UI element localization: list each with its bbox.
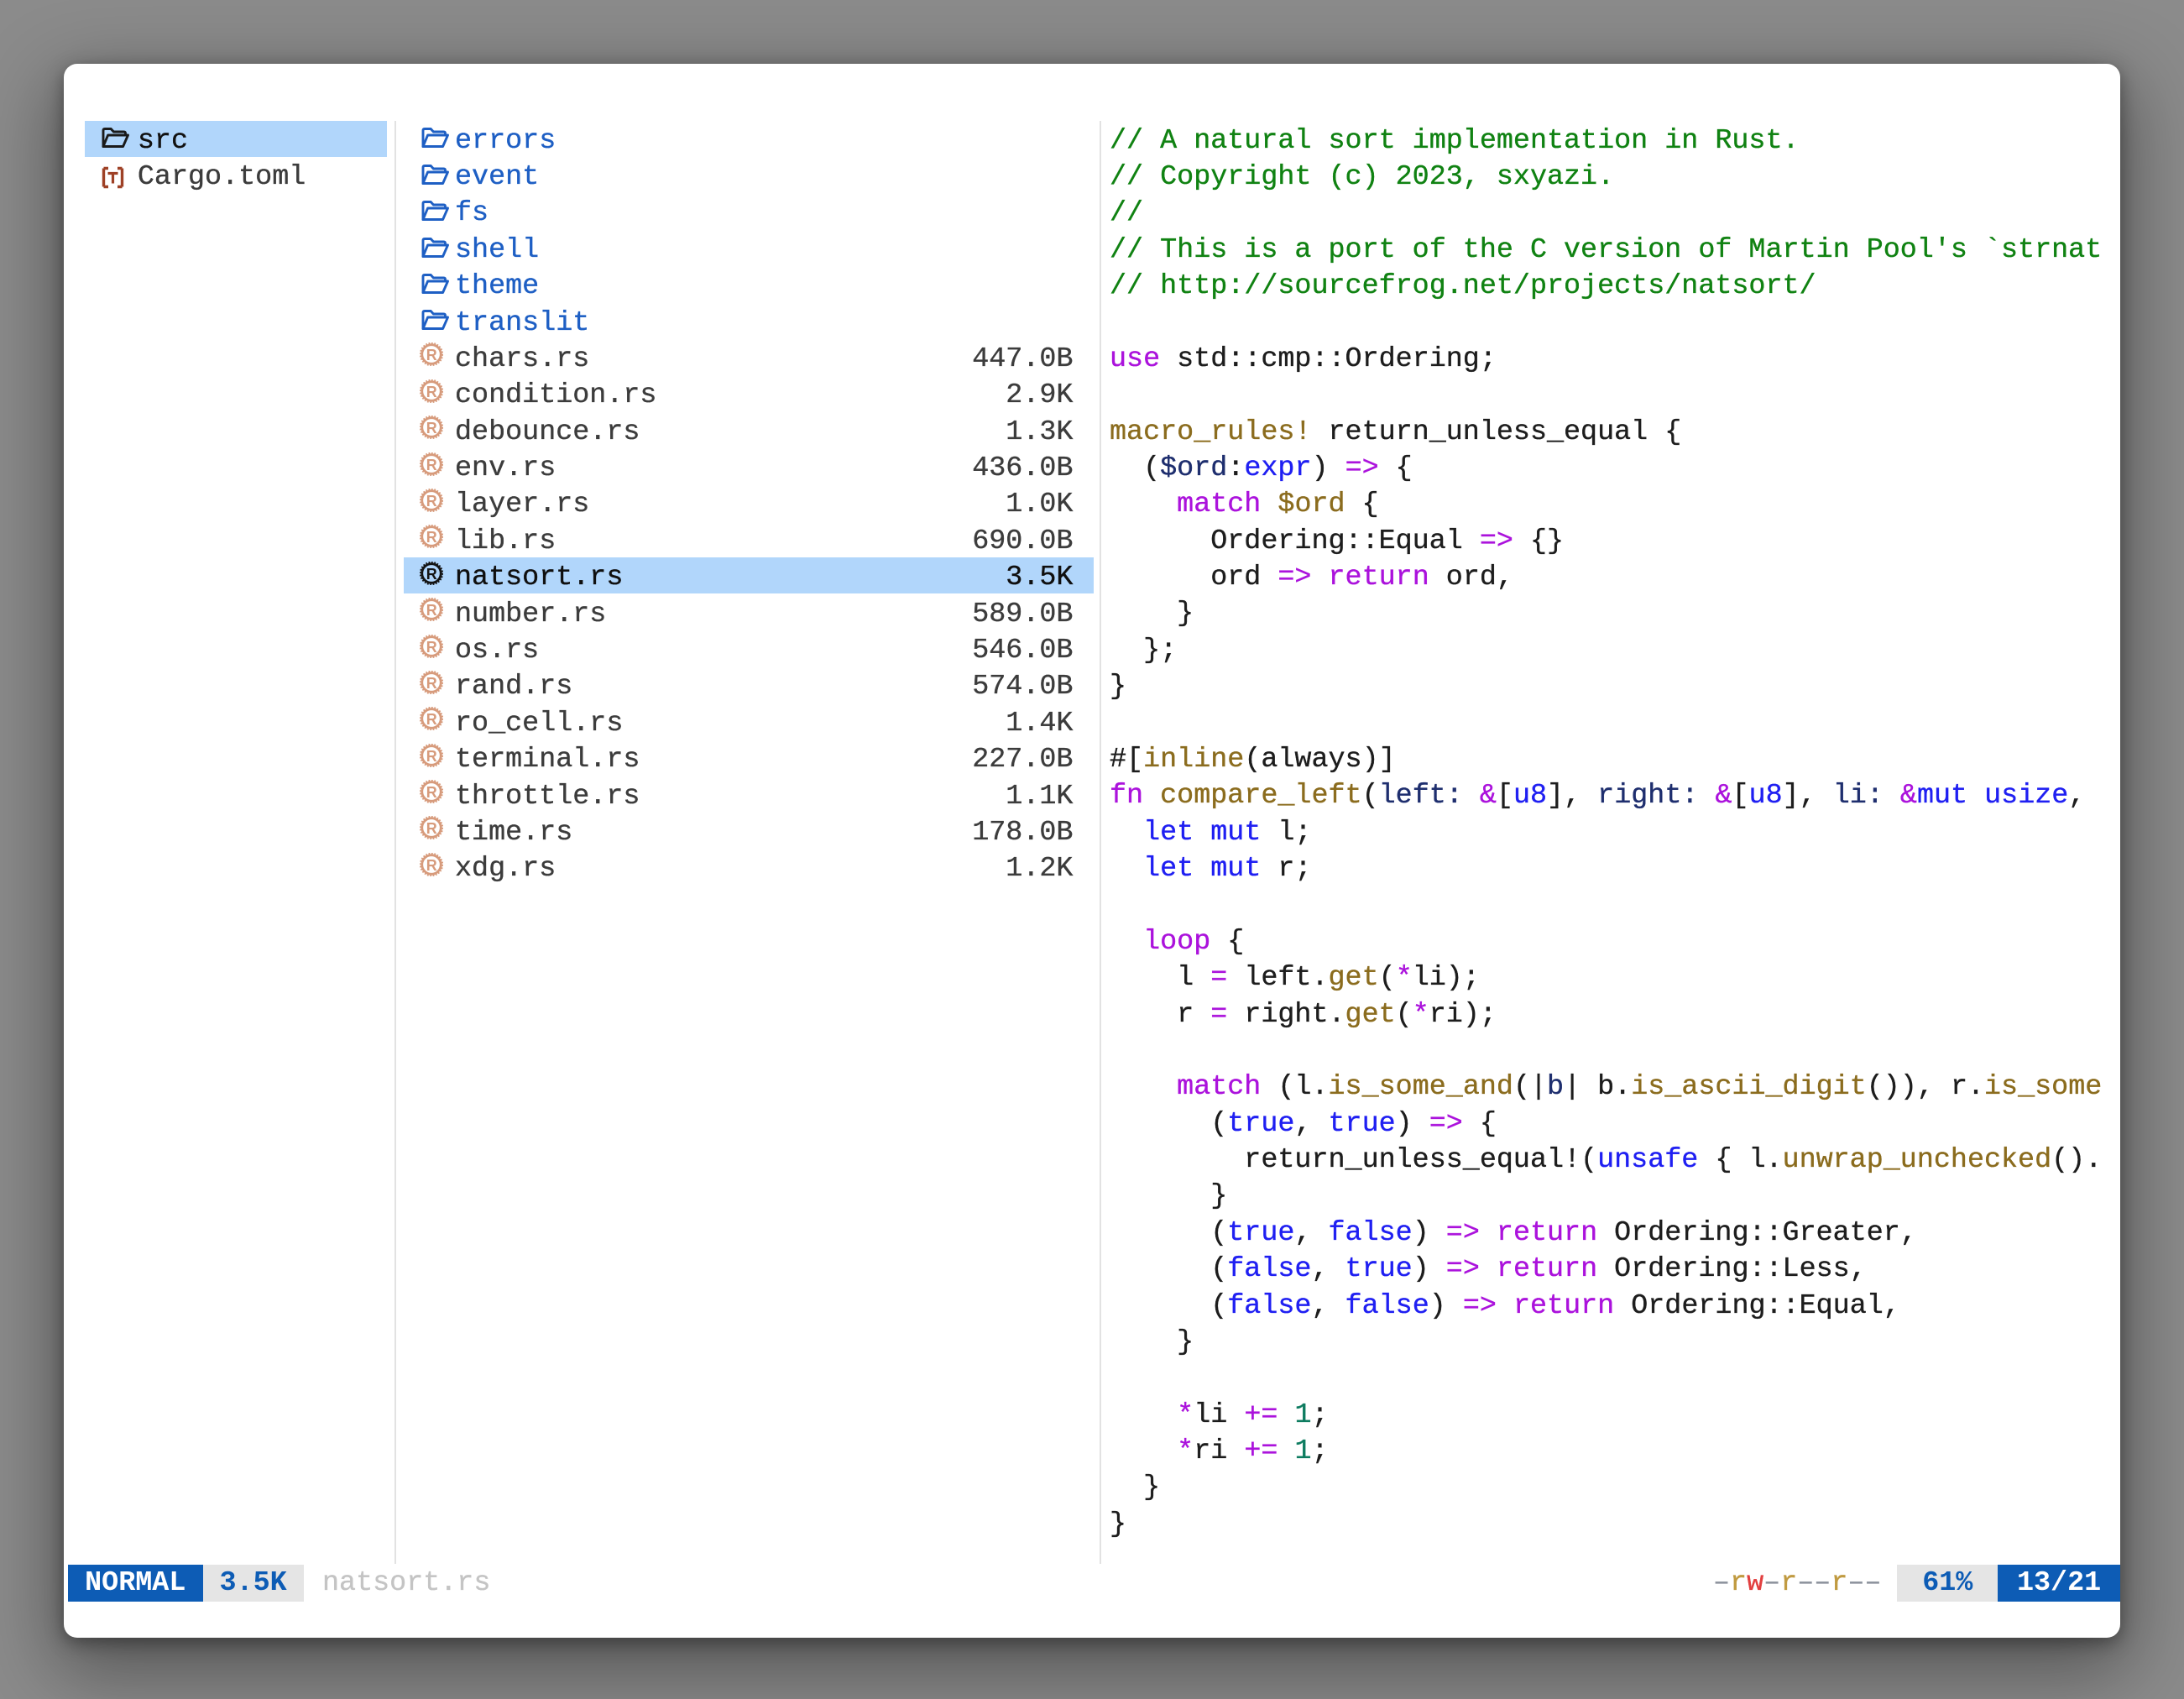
svg-text:R: R [426, 456, 437, 473]
svg-text:R: R [426, 529, 437, 546]
svg-text:R: R [426, 384, 437, 400]
svg-text:R: R [426, 675, 437, 692]
svg-text:R: R [426, 747, 437, 764]
svg-text:R: R [426, 602, 437, 619]
svg-text:R: R [426, 711, 437, 728]
svg-text:R: R [426, 857, 437, 874]
svg-text:R: R [426, 347, 437, 363]
svg-text:R: R [426, 420, 437, 437]
svg-text:R: R [426, 638, 437, 655]
svg-text:R: R [426, 784, 437, 801]
svg-text:R: R [426, 565, 437, 582]
svg-text:R: R [426, 493, 437, 510]
svg-text:R: R [426, 820, 437, 837]
